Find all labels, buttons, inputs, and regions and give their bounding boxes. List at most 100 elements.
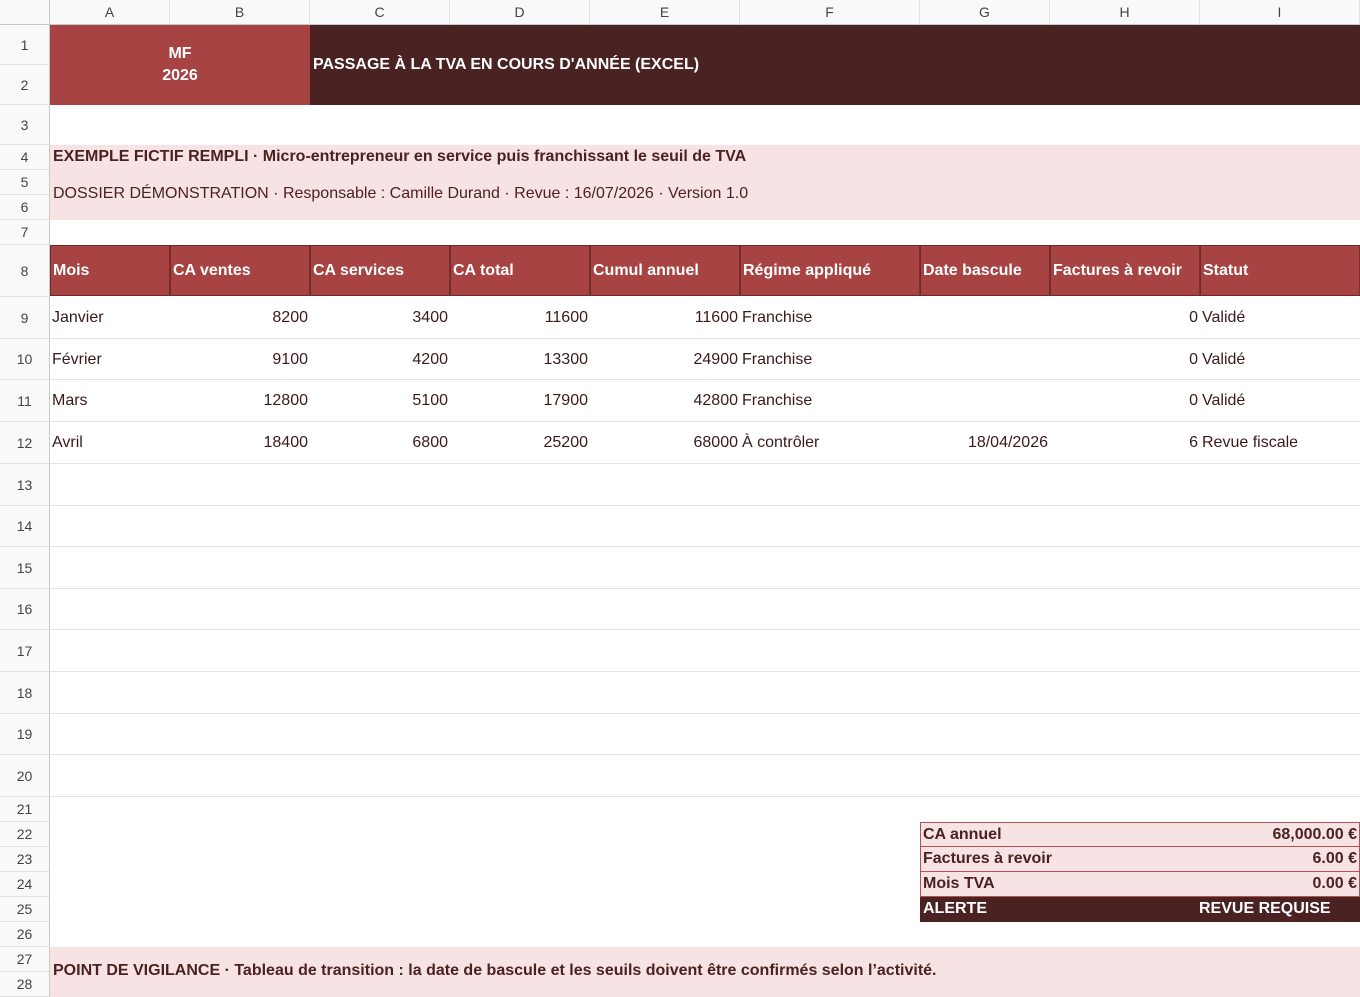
row-header-16[interactable]: 16 (0, 589, 50, 630)
empty-row (50, 589, 1360, 630)
cell-statut[interactable]: Validé (1200, 297, 1360, 339)
cell-statut[interactable]: Validé (1200, 380, 1360, 422)
cell-ca-services[interactable]: 4200 (310, 339, 450, 380)
cell-statut[interactable]: Revue fiscale (1200, 422, 1360, 464)
column-header-h[interactable]: H (1050, 0, 1200, 25)
row-header-5[interactable]: 5 (0, 170, 50, 195)
cell-date-bascule[interactable] (920, 297, 1050, 339)
cell-date-bascule[interactable] (920, 339, 1050, 380)
cell-ca-services[interactable]: 6800 (310, 422, 450, 464)
banner-badge[interactable]: MF 2026 (50, 25, 310, 105)
row-header-13[interactable]: 13 (0, 464, 50, 506)
cell-mois[interactable]: Mars (50, 380, 170, 422)
select-all-corner[interactable] (0, 0, 50, 25)
banner-title-cell[interactable]: PASSAGE À LA TVA EN COURS D'ANNÉE (EXCEL… (310, 25, 1360, 105)
summary-value: 0.00 € (1312, 875, 1357, 892)
dossier-line[interactable]: DOSSIER DÉMONSTRATION · Responsable : Ca… (53, 185, 748, 207)
header-factures[interactable]: Factures à revoir (1050, 245, 1200, 296)
row-header-10[interactable]: 10 (0, 339, 50, 380)
row-header-21[interactable]: 21 (0, 797, 50, 822)
column-header-c[interactable]: C (310, 0, 450, 25)
column-header-i[interactable]: I (1200, 0, 1360, 25)
row-header-19[interactable]: 19 (0, 714, 50, 755)
cell-cumul-annuel[interactable]: 68000 (590, 422, 740, 464)
row-header-4[interactable]: 4 (0, 145, 50, 170)
row-header-27[interactable]: 27 (0, 947, 50, 972)
header-ca-ventes[interactable]: CA ventes (170, 245, 310, 296)
row-header-22[interactable]: 22 (0, 822, 50, 847)
row-header-1[interactable]: 1 (0, 25, 50, 65)
cell-factures[interactable]: 0 (1050, 380, 1200, 422)
cell-cumul-annuel[interactable]: 42800 (590, 380, 740, 422)
cell-date-bascule[interactable] (920, 380, 1050, 422)
cell-regime[interactable]: Franchise (740, 339, 920, 380)
row-header-3[interactable]: 3 (0, 105, 50, 145)
column-header-b[interactable]: B (170, 0, 310, 25)
cell-mois[interactable]: Avril (50, 422, 170, 464)
row-header-7[interactable]: 7 (0, 220, 50, 245)
cell-ca-total[interactable]: 13300 (450, 339, 590, 380)
cell-cumul-annuel[interactable]: 11600 (590, 297, 740, 339)
row-header-24[interactable]: 24 (0, 872, 50, 897)
cell-mois[interactable]: Février (50, 339, 170, 380)
column-header-g[interactable]: G (920, 0, 1050, 25)
cell-regime[interactable]: À contrôler (740, 422, 920, 464)
empty-row (50, 714, 1360, 755)
banner-code: MF (168, 45, 192, 62)
column-header-f[interactable]: F (740, 0, 920, 25)
summary-value: 6.00 € (1312, 850, 1357, 867)
cell-ca-ventes[interactable]: 12800 (170, 380, 310, 422)
row-header-12[interactable]: 12 (0, 422, 50, 464)
summary-mois-tva[interactable]: Mois TVA 0.00 € (920, 872, 1360, 897)
header-mois[interactable]: Mois (50, 245, 170, 296)
cell-factures[interactable]: 6 (1050, 422, 1200, 464)
empty-row (50, 506, 1360, 547)
summary-factures[interactable]: Factures à revoir 6.00 € (920, 847, 1360, 872)
row-header-6[interactable]: 6 (0, 195, 50, 220)
header-cumul-annuel[interactable]: Cumul annuel (590, 245, 740, 296)
header-ca-total[interactable]: CA total (450, 245, 590, 296)
column-header-e[interactable]: E (590, 0, 740, 25)
row-header-25[interactable]: 25 (0, 897, 50, 922)
summary-ca-annuel[interactable]: CA annuel 68,000.00 € (920, 822, 1360, 847)
cell-ca-services[interactable]: 3400 (310, 297, 450, 339)
header-ca-services[interactable]: CA services (310, 245, 450, 296)
cell-factures[interactable]: 0 (1050, 339, 1200, 380)
row-header-11[interactable]: 11 (0, 380, 50, 422)
row-header-8[interactable]: 8 (0, 245, 50, 297)
cell-ca-total[interactable]: 11600 (450, 297, 590, 339)
cell-mois[interactable]: Janvier (50, 297, 170, 339)
row-header-20[interactable]: 20 (0, 755, 50, 797)
row-header-28[interactable]: 28 (0, 972, 50, 997)
cell-factures[interactable]: 0 (1050, 297, 1200, 339)
cell-cumul-annuel[interactable]: 24900 (590, 339, 740, 380)
summary-alert[interactable]: ALERTE REVUE REQUISE (920, 897, 1360, 922)
row-header-17[interactable]: 17 (0, 630, 50, 672)
cell-statut[interactable]: Validé (1200, 339, 1360, 380)
example-line[interactable]: EXEMPLE FICTIF REMPLI · Micro-entreprene… (53, 148, 746, 170)
row-header-14[interactable]: 14 (0, 506, 50, 547)
row-header-18[interactable]: 18 (0, 672, 50, 714)
cell-ca-ventes[interactable]: 18400 (170, 422, 310, 464)
cell-ca-ventes[interactable]: 9100 (170, 339, 310, 380)
row-header-2[interactable]: 2 (0, 65, 50, 105)
vigilance-note[interactable]: POINT DE VIGILANCE · Tableau de transiti… (53, 962, 937, 984)
cell-ca-total[interactable]: 25200 (450, 422, 590, 464)
page-title: PASSAGE À LA TVA EN COURS D'ANNÉE (EXCEL… (313, 56, 700, 73)
row-header-9[interactable]: 9 (0, 297, 50, 339)
row-header-15[interactable]: 15 (0, 547, 50, 589)
cell-regime[interactable]: Franchise (740, 380, 920, 422)
banner-year: 2026 (162, 67, 198, 84)
row-header-26[interactable]: 26 (0, 922, 50, 947)
row-header-23[interactable]: 23 (0, 847, 50, 872)
cell-ca-services[interactable]: 5100 (310, 380, 450, 422)
column-header-d[interactable]: D (450, 0, 590, 25)
header-regime[interactable]: Régime appliqué (740, 245, 920, 296)
cell-date-bascule[interactable]: 18/04/2026 (920, 422, 1050, 464)
header-date-bascule[interactable]: Date bascule (920, 245, 1050, 296)
cell-ca-total[interactable]: 17900 (450, 380, 590, 422)
column-header-a[interactable]: A (50, 0, 170, 25)
cell-regime[interactable]: Franchise (740, 297, 920, 339)
header-statut[interactable]: Statut (1200, 245, 1360, 296)
cell-ca-ventes[interactable]: 8200 (170, 297, 310, 339)
